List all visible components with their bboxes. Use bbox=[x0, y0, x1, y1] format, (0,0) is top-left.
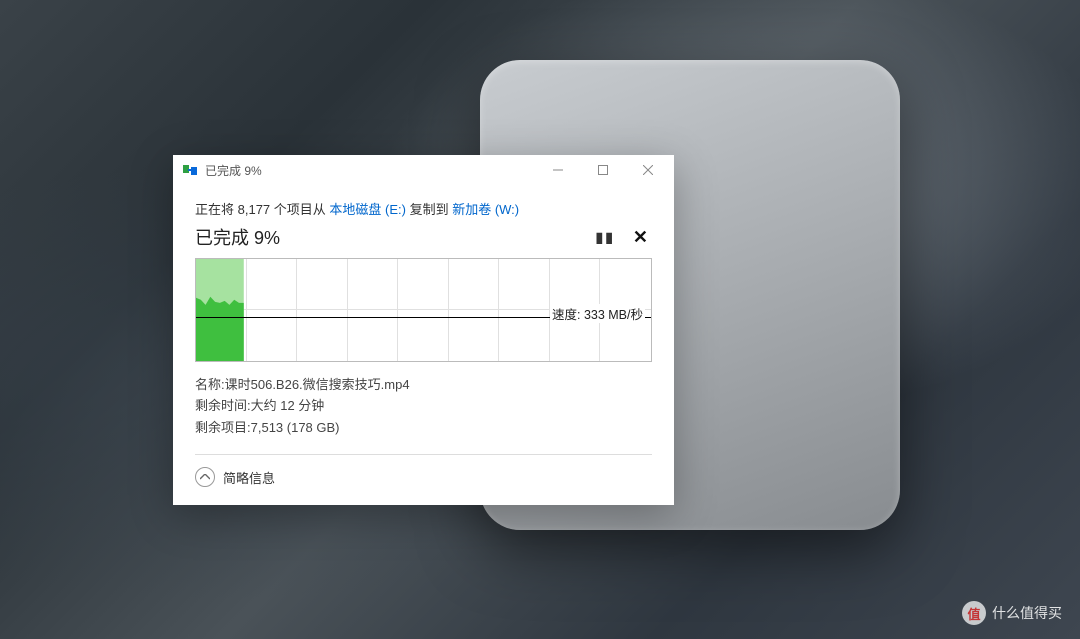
detail-items-row: 剩余项目: 7,513 (178 GB) bbox=[195, 417, 652, 438]
close-button[interactable] bbox=[625, 156, 670, 184]
details-section: 名称: 课时506.B26.微信搜索技巧.mp4 剩余时间: 大约 12 分钟 … bbox=[195, 374, 652, 438]
action-icons: ▮▮ ✕ bbox=[595, 227, 652, 248]
copy-progress-dialog: 已完成 9% 正在将 8,177 个项目从 本地磁盘 (E:) 复制到 新加卷 … bbox=[173, 155, 674, 505]
detail-time-label: 剩余时间: bbox=[195, 395, 251, 416]
detail-items-value: 7,513 (178 GB) bbox=[251, 417, 340, 438]
titlebar[interactable]: 已完成 9% bbox=[173, 155, 674, 185]
details-toggle[interactable]: 简略信息 bbox=[195, 467, 652, 489]
maximize-button[interactable] bbox=[580, 156, 625, 184]
dest-link[interactable]: 新加卷 (W:) bbox=[452, 202, 519, 217]
source-link[interactable]: 本地磁盘 (E:) bbox=[329, 202, 406, 217]
cancel-button[interactable]: ✕ bbox=[633, 227, 648, 248]
watermark: 值 什么值得买 bbox=[962, 601, 1062, 625]
copy-icon bbox=[183, 163, 199, 177]
progress-row: 已完成 9% ▮▮ ✕ bbox=[195, 224, 652, 250]
copy-count: 8,177 bbox=[238, 202, 271, 217]
detail-name-value: 课时506.B26.微信搜索技巧.mp4 bbox=[225, 374, 410, 395]
copy-to-text: 复制到 bbox=[406, 202, 452, 217]
window-title: 已完成 9% bbox=[205, 162, 535, 179]
minimize-button[interactable] bbox=[535, 156, 580, 184]
detail-name-row: 名称: 课时506.B26.微信搜索技巧.mp4 bbox=[195, 374, 652, 395]
detail-name-label: 名称: bbox=[195, 374, 225, 395]
speed-label: 速度: 333 MB/秒 bbox=[550, 304, 645, 323]
watermark-badge-icon: 值 bbox=[962, 601, 986, 625]
watermark-text: 什么值得买 bbox=[992, 603, 1062, 623]
progress-label: 已完成 9% bbox=[195, 224, 280, 250]
speed-chart[interactable]: 速度: 333 MB/秒 bbox=[195, 258, 652, 362]
window-controls bbox=[535, 156, 670, 184]
copy-description: 正在将 8,177 个项目从 本地磁盘 (E:) 复制到 新加卷 (W:) bbox=[195, 199, 652, 218]
pause-button[interactable]: ▮▮ bbox=[595, 229, 614, 246]
dialog-body: 正在将 8,177 个项目从 本地磁盘 (E:) 复制到 新加卷 (W:) 已完… bbox=[173, 185, 674, 505]
chart-fill bbox=[196, 259, 244, 361]
toggle-label: 简略信息 bbox=[223, 468, 275, 487]
chevron-up-icon bbox=[195, 467, 215, 487]
divider bbox=[195, 454, 652, 455]
copy-items-from: 个项目从 bbox=[270, 202, 329, 217]
copy-prefix: 正在将 bbox=[195, 202, 238, 217]
detail-time-row: 剩余时间: 大约 12 分钟 bbox=[195, 395, 652, 416]
detail-time-value: 大约 12 分钟 bbox=[251, 395, 325, 416]
detail-items-label: 剩余项目: bbox=[195, 417, 251, 438]
